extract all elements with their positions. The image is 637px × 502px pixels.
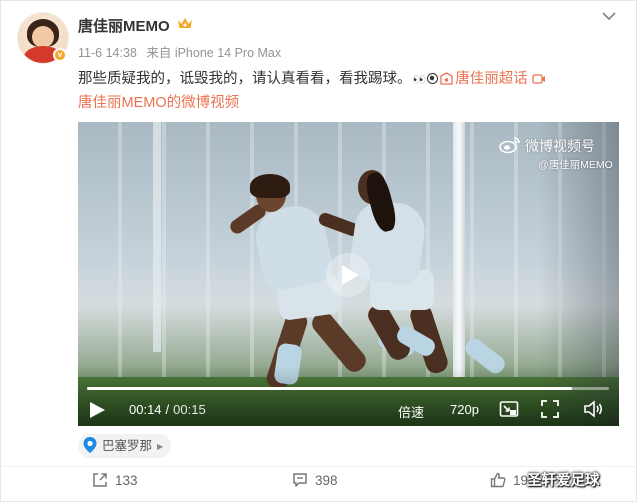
share-count: 133 [115, 473, 138, 488]
video-watermark: 微博视频号 [499, 136, 595, 156]
progress-fill [87, 387, 573, 390]
post-text: 那些质疑我的，诋毁我的，请认真看看，看我踢球。👀 唐佳丽超话 唐佳丽MEMO的微博… [78, 68, 558, 115]
location-tag[interactable]: 巴塞罗那 ▶ [78, 434, 172, 458]
username[interactable]: 唐佳丽MEMO [78, 15, 170, 36]
current-time: 00:14 [129, 402, 162, 417]
chevron-down-icon[interactable] [601, 10, 617, 22]
post-meta: 11-6 14:38 来自 iPhone 14 Pro Max [78, 42, 287, 61]
share-button[interactable]: 133 [92, 472, 138, 492]
avatar-face [32, 26, 54, 48]
post-source: 来自 iPhone 14 Pro Max [146, 46, 282, 60]
quality-button[interactable]: 720p [450, 402, 479, 417]
duration: 00:15 [173, 402, 206, 417]
post-body: 那些质疑我的，诋毁我的，请认真看看，看我踢球。 [78, 71, 412, 87]
video-link-icon [532, 74, 545, 84]
player-one-hair [250, 174, 290, 198]
video-frame-pole [153, 122, 161, 352]
progress-bar[interactable] [87, 387, 609, 390]
thumbs-up-icon [490, 472, 506, 488]
location-pin-icon [83, 437, 97, 453]
video-link-label: 唐佳丽MEMO的微博视频 [78, 95, 240, 111]
video-watermark-handle: @唐佳丽MEMO [538, 159, 613, 171]
fullscreen-icon[interactable] [541, 400, 559, 418]
caret-right-icon: ▶ [157, 442, 164, 451]
volume-icon[interactable] [584, 400, 604, 418]
video-frame-goalpost [453, 122, 465, 392]
post-date[interactable]: 11-6 14:38 [78, 46, 137, 60]
location-name: 巴塞罗那 [102, 439, 153, 453]
center-play-button[interactable] [326, 253, 370, 297]
action-divider [0, 466, 637, 467]
crown-icon [178, 18, 192, 28]
controls-gradient [78, 366, 619, 426]
topic-link-label: 唐佳丽超话 [455, 71, 528, 87]
soccer-ball-icon [427, 73, 439, 84]
share-icon [93, 473, 107, 487]
play-icon [342, 265, 359, 285]
verified-badge-icon: v [53, 48, 67, 62]
overlay-watermark: 圣轩爱足球 [527, 473, 600, 489]
time-display: 00:14/00:15 [129, 402, 206, 417]
video-watermark-label: 微博视频号 [525, 138, 595, 154]
speed-button[interactable]: 倍速 [398, 402, 424, 421]
eyes-emoji: 👀 [412, 74, 427, 86]
weibo-logo-icon [499, 137, 520, 154]
comment-icon [293, 473, 307, 487]
topic-icon [440, 72, 453, 85]
topic-link[interactable]: 唐佳丽超话 [440, 71, 528, 87]
time-separator: / [165, 402, 170, 417]
video-player[interactable]: 微博视频号 @唐佳丽MEMO 00:14/00:15 倍速 720p [78, 122, 619, 426]
picture-in-picture-icon[interactable] [499, 400, 519, 418]
play-button-icon[interactable] [88, 401, 106, 419]
comment-count: 398 [315, 473, 338, 488]
comment-button[interactable]: 398 [292, 472, 338, 492]
